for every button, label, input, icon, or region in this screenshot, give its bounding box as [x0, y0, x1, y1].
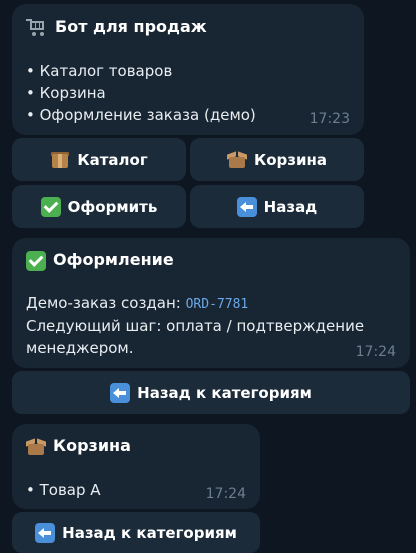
button-label: Корзина: [253, 150, 327, 169]
cart-button[interactable]: Корзина: [190, 138, 364, 181]
message-line: • Товар А: [26, 481, 101, 499]
check-mark-icon: [40, 196, 61, 217]
checkout-button[interactable]: Оформить: [12, 185, 186, 228]
message-title: Корзина: [26, 436, 131, 457]
button-label: Назад к категориям: [62, 523, 237, 542]
check-mark-icon: [26, 250, 46, 271]
button-label: Назад: [263, 197, 318, 216]
message-line: • Каталог товаров: [26, 62, 173, 80]
order-code: ORD-7781: [185, 297, 249, 312]
back-arrow-icon: [110, 382, 131, 403]
back-arrow-icon: [35, 522, 56, 543]
message-title: Бот для продаж: [26, 17, 207, 37]
message-line: • Корзина: [26, 84, 106, 102]
button-label: Назад к категориям: [137, 383, 312, 402]
open-box-icon: [226, 150, 247, 170]
message-timestamp: 17:23: [309, 111, 350, 127]
back-button[interactable]: Назад: [190, 185, 364, 228]
message-line: менеджером.: [26, 339, 134, 357]
message-title-text: Оформление: [53, 250, 174, 269]
message-bubble-sales-bot: Бот для продаж • Каталог товаров • Корзи…: [12, 4, 364, 135]
back-to-categories-button[interactable]: Назад к категориям: [12, 512, 260, 553]
back-to-categories-button[interactable]: Назад к категориям: [12, 371, 410, 414]
back-arrow-icon: [236, 196, 257, 217]
catalog-button[interactable]: Каталог: [12, 138, 186, 181]
open-box-icon: [26, 437, 46, 457]
message-bubble-checkout: Оформление Демо-заказ создан: ORD-7781 С…: [12, 238, 410, 368]
button-label: Оформить: [67, 197, 158, 216]
message-title-text: Корзина: [53, 436, 131, 455]
message-timestamp: 17:24: [205, 486, 246, 502]
message-line: Следующий шаг: оплата / подтверждение: [26, 317, 365, 335]
shopping-cart-icon: [26, 18, 48, 37]
message-title: Оформление: [26, 250, 174, 271]
order-created-text: Демо-заказ создан:: [26, 294, 186, 312]
button-label: Каталог: [77, 150, 148, 169]
message-timestamp: 17:24: [355, 344, 396, 360]
chat-screen: Бот для продаж • Каталог товаров • Корзи…: [0, 0, 416, 553]
order-created-line: Демо-заказ создан: ORD-7781: [26, 294, 248, 312]
message-title-text: Бот для продаж: [55, 17, 207, 36]
message-line: • Оформление заказа (демо): [26, 106, 256, 124]
message-bubble-cart: Корзина • Товар А 17:24: [12, 424, 260, 509]
package-icon: [50, 150, 70, 170]
